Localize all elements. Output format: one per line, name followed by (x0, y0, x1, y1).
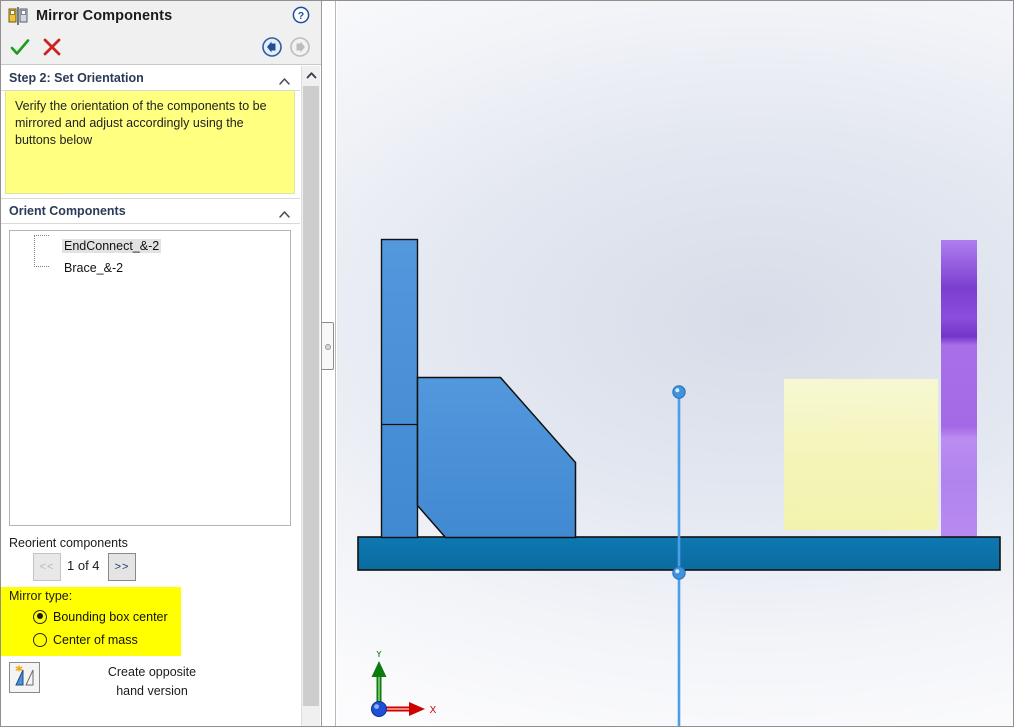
cancel-button[interactable] (40, 35, 64, 59)
mirror-type-label: Mirror type: (9, 589, 73, 603)
triad-y-axis: Y (371, 651, 387, 709)
coordinate-triad: Y X (357, 651, 447, 723)
page-indicator: 1 of 4 (67, 558, 100, 573)
triad-x-axis: X (379, 702, 437, 716)
radio-label: Center of mass (53, 632, 138, 647)
panel-splitter[interactable] (322, 0, 336, 727)
forward-button (290, 37, 310, 57)
mirror-type-group: Mirror type: Bounding box center Center … (0, 587, 181, 656)
previous-component-button[interactable]: << (33, 553, 61, 581)
section-title-step: Step 2: Set Orientation (9, 71, 144, 85)
endconnect-component (380, 238, 419, 539)
create-opposite-hand-row: Create opposite hand version (0, 662, 300, 706)
back-button[interactable] (262, 37, 282, 57)
mirrored-endconnect-preview (941, 240, 977, 541)
component-name: EndConnect_&-2 (62, 239, 162, 253)
brace-component (416, 376, 577, 539)
scroll-up-button[interactable] (302, 66, 320, 84)
next-component-button[interactable]: >> (108, 553, 136, 581)
radio-icon (33, 609, 47, 624)
create-opposite-hand-button[interactable] (9, 662, 40, 693)
help-icon[interactable]: ? (292, 6, 310, 24)
radio-label: Bounding box center (53, 609, 168, 624)
graphics-viewport[interactable]: Y X (337, 0, 1014, 727)
splitter-handle[interactable] (322, 322, 334, 370)
opp-line-1: Create opposite (107, 665, 197, 679)
solidworks-mirror-components-window: Mirror Components ? Step 2: Set Orientat… (0, 0, 1014, 727)
panel-title-bar: Mirror Components ? (0, 0, 321, 32)
list-item[interactable]: Brace_&-2 (10, 257, 290, 279)
triad-x-label: X (430, 705, 437, 716)
radio-bounding-box-center[interactable]: Bounding box center (33, 605, 181, 628)
triad-origin-sphere (371, 701, 387, 717)
reorient-label: Reorient components (9, 536, 128, 550)
chevron-up-icon[interactable] (279, 206, 290, 218)
list-item[interactable]: EndConnect_&-2 (10, 235, 290, 257)
panel-scrollbar[interactable] (301, 66, 320, 727)
panel-action-toolbar (0, 32, 321, 65)
panel-content: Step 2: Set Orientation Verify the orien… (0, 66, 300, 727)
svg-text:?: ? (298, 10, 304, 22)
component-name: Brace_&-2 (64, 261, 124, 275)
mirror-plane-endpoint-top (672, 385, 686, 399)
page-title: Mirror Components (36, 8, 173, 24)
radio-icon (33, 632, 47, 647)
chevron-up-icon[interactable] (279, 73, 290, 85)
create-opposite-hand-icon (15, 665, 34, 686)
ok-button[interactable] (8, 35, 32, 59)
property-manager-panel: Mirror Components ? Step 2: Set Orientat… (0, 0, 322, 727)
radio-center-of-mass[interactable]: Center of mass (33, 628, 181, 651)
orient-components-list[interactable]: EndConnect_&-2 Brace_&-2 (9, 230, 291, 526)
mirror-plane-endpoint-bottom (672, 566, 686, 580)
section-header-step-orientation[interactable]: Step 2: Set Orientation (0, 66, 300, 91)
reorient-controls: << 1 of 4 >> (9, 553, 300, 587)
mirrored-brace-preview (784, 379, 938, 530)
model-geometry (357, 238, 1001, 727)
opp-line-2: hand version (116, 684, 188, 698)
mirror-components-icon (8, 7, 28, 25)
create-opposite-hand-label: Create opposite hand version (62, 663, 242, 701)
instruction-text: Verify the orientation of the components… (5, 91, 295, 194)
section-header-orient-components[interactable]: Orient Components (0, 199, 300, 224)
section-title-orient: Orient Components (9, 204, 126, 218)
splitter-handle-dot-icon (325, 344, 331, 350)
scroll-thumb[interactable] (303, 86, 319, 706)
triad-y-label: Y (376, 651, 383, 660)
